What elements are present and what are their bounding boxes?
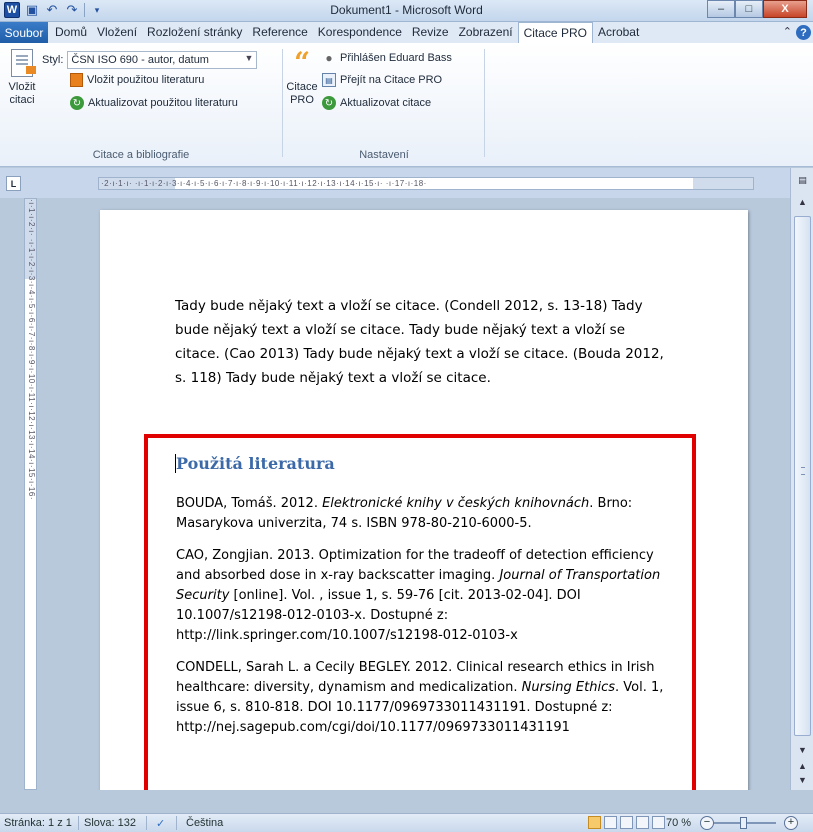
title-bar: W ▣ ↶ ↷ ▾ Dokument1 - Microsoft Word – □… [0,0,813,22]
group-settings: “ Citace PRO ● Přihlášen Eduard Bass ▤ P… [284,45,484,165]
zoom-in-button[interactable]: + [784,816,798,830]
update-citations-button[interactable]: ↻ Aktualizovat citace [322,96,431,110]
entry-italic-title: Elektronické knihy v českých knihovnách [322,496,590,511]
tab-view[interactable]: Zobrazení [454,22,518,43]
tab-list: Domů Vložení Rozložení stránky Reference… [50,22,644,43]
ribbon-tabs: Soubor Domů Vložení Rozložení stránky Re… [0,22,813,43]
spelling-check-icon[interactable]: ✓ [156,817,165,830]
logged-in-user: ● Přihlášen Eduard Bass [322,51,452,65]
status-bar: Stránka: 1 z 1 Slova: 132 ✓ Čeština 70 %… [0,813,813,832]
scroll-grip-icon [801,467,805,475]
tab-right-icons: ⌃ ? [783,25,811,40]
outline-view-icon[interactable] [636,816,649,829]
style-select[interactable]: ČSN ISO 690 - autor, datum ▼ [67,51,258,69]
draft-view-icon[interactable] [652,816,665,829]
group-separator [484,49,485,157]
chevron-down-icon: ▼ [244,53,254,63]
insert-citation-button[interactable]: Vložit citaci [4,49,40,107]
bibliography-entry[interactable]: CAO, Zongjian. 2013. Optimization for th… [176,546,676,646]
update-bibliography-button[interactable]: ↻ Aktualizovat použitou literaturu [70,96,238,110]
update-citations-label: Aktualizovat citace [340,97,432,109]
ribbon-panel: Vložit citaci Styl: ČSN ISO 690 - autor,… [0,43,813,167]
style-label: Styl: [42,54,64,66]
language[interactable]: Čeština [186,817,223,829]
group-separator [282,49,283,157]
vertical-ruler[interactable]: ·ı·1·ı·2·ı· ·ı·1·ı·2·ı·3·ı·4·ı·5·ı·6·ı·7… [24,198,37,790]
refresh-icon: ↻ [322,96,336,110]
insert-citation-icon [11,49,36,77]
horizontal-ruler[interactable]: ·2·ı·1·ı· ·ı·1·ı·2·ı·3·ı·4·ı·5·ı·6·ı·7·ı… [98,177,754,190]
citace-pro-label-2: PRO [290,94,314,106]
page-count[interactable]: Stránka: 1 z 1 [4,817,72,829]
style-select-value: ČSN ISO 690 - autor, datum [71,54,209,66]
tab-stop-selector[interactable]: L [6,176,21,191]
tab-acrobat[interactable]: Acrobat [593,22,644,43]
vertical-ruler-marks: ·ı·1·ı·2·ı· ·ı·1·ı·2·ı·3·ı·4·ı·5·ı·6·ı·7… [27,199,36,500]
minimize-ribbon-icon[interactable]: ⌃ [783,25,792,40]
window-title: Dokument1 - Microsoft Word [330,3,483,17]
horizontal-ruler-marks: ·2·ı·1·ı· ·ı·1·ı·2·ı·3·ı·4·ı·5·ı·6·ı·7·ı… [101,179,427,188]
user-icon: ● [325,51,333,65]
document-area: Tady bude nějaký text a vloží se citace.… [38,198,788,790]
full-screen-view-icon[interactable] [604,816,617,829]
tab-home[interactable]: Domů [50,22,92,43]
tab-mailings[interactable]: Korespondence [313,22,407,43]
tab-page-layout[interactable]: Rozložení stránky [142,22,247,43]
right-margin-area [693,178,753,189]
zoom-slider-knob[interactable] [740,817,747,829]
status-separator [146,816,147,830]
entry-italic-title: Nursing Ethics [521,680,615,695]
scroll-up-icon[interactable]: ▲ [794,194,811,210]
citace-pro-button[interactable]: “ Citace PRO [286,49,318,107]
insert-citation-label-2: citaci [9,94,35,106]
word-count[interactable]: Slova: 132 [84,817,136,829]
zoom-level[interactable]: 70 % [666,817,691,829]
insert-bibliography-button[interactable]: Vložit použitou literaturu [70,73,204,87]
style-row: Styl: ČSN ISO 690 - autor, datum ▼ [42,51,258,69]
bibliography-entry[interactable]: BOUDA, Tomáš. 2012. Elektronické knihy v… [176,494,676,534]
go-to-citace-pro-button[interactable]: ▤ Přejít na Citace PRO [322,73,442,87]
group-label-citations: Citace a bibliografie [92,149,190,161]
zoom-out-button[interactable]: − [700,816,714,830]
tab-references[interactable]: Reference [247,22,312,43]
bibliography-heading[interactable]: Použitá literatura [176,454,335,473]
entry-text: BOUDA, Tomáš. 2012. [176,496,323,511]
bibliography-icon [70,73,83,87]
close-button[interactable]: X [763,0,807,18]
tab-file[interactable]: Soubor [0,22,48,43]
web-layout-view-icon[interactable] [620,816,633,829]
insert-bibliography-label: Vložit použitou literaturu [87,74,205,86]
view-buttons [588,816,665,829]
vertical-scrollbar[interactable]: ▤ ▲ ▼ ▲ ▼ [790,168,813,790]
tab-citace-pro[interactable]: Citace PRO [517,22,593,43]
entry-text: [online]. Vol. , issue 1, s. 59-76 [cit.… [176,588,581,643]
go-to-label: Přejít na Citace PRO [340,74,443,86]
scroll-down-icon[interactable]: ▼ [794,742,811,758]
maximize-button[interactable]: □ [735,0,763,18]
tab-insert[interactable]: Vložení [92,22,142,43]
status-separator [176,816,177,830]
body-paragraph[interactable]: Tady bude nějaký text a vloží se citace.… [175,294,670,390]
group-citations-bibliography: Vložit citaci Styl: ČSN ISO 690 - autor,… [0,45,282,165]
print-layout-view-icon[interactable] [588,816,601,829]
citace-pro-label-1: Citace [286,81,318,93]
help-icon[interactable]: ? [796,25,811,40]
citace-pro-logo-icon: “ [293,46,311,79]
minimize-button[interactable]: – [707,0,735,18]
tab-review[interactable]: Revize [407,22,454,43]
bibliography-list: BOUDA, Tomáš. 2012. Elektronické knihy v… [176,494,676,750]
next-page-icon[interactable]: ▼ [794,772,811,788]
bibliography-entry[interactable]: CONDELL, Sarah L. a Cecily BEGLEY. 2012.… [176,658,676,738]
refresh-icon: ↻ [70,96,84,110]
ruler-toggle-icon[interactable]: ▤ [794,172,811,188]
external-link-icon: ▤ [322,73,336,87]
group-label-settings: Nastavení [359,149,409,161]
update-bibliography-label: Aktualizovat použitou literaturu [88,97,238,109]
logged-in-label: Přihlášen Eduard Bass [340,52,452,64]
ruler-bar: L ·2·ı·1·ı· ·ı·1·ı·2·ı·3·ı·4·ı·5·ı·6·ı·7… [0,168,813,198]
window-controls: – □ X [707,0,807,18]
scroll-thumb[interactable] [794,216,811,736]
status-separator [78,816,79,830]
insert-citation-label-1: Vložit [8,81,36,93]
